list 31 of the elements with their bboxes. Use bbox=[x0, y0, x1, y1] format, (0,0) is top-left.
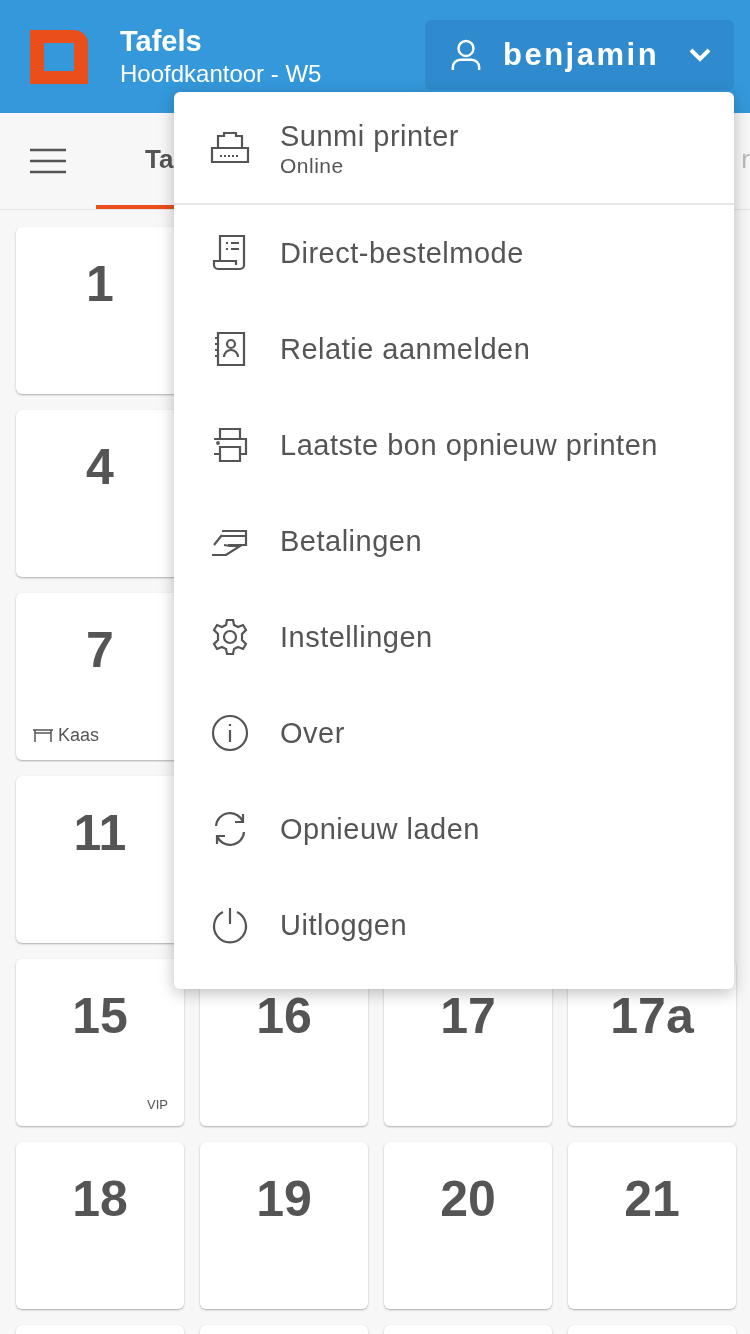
settings-icon bbox=[210, 617, 250, 657]
table-number: 21 bbox=[624, 1170, 680, 1228]
menu-icon[interactable] bbox=[30, 148, 66, 174]
table-card[interactable]: 15 VIP bbox=[16, 959, 184, 1126]
table-number: 15 bbox=[72, 987, 128, 1045]
table-number: 4 bbox=[86, 438, 114, 496]
table-tag: VIP bbox=[147, 1097, 168, 1112]
table-card[interactable]: 21 bbox=[568, 1142, 736, 1309]
table-number: 19 bbox=[256, 1170, 312, 1228]
table-number: 17 bbox=[440, 987, 496, 1045]
chevron-down-icon bbox=[688, 47, 712, 63]
location-label: Hoofdkantoor - W5 bbox=[120, 60, 323, 88]
table-number: 7 bbox=[86, 621, 114, 679]
table-number: 18 bbox=[72, 1170, 128, 1228]
info-icon bbox=[210, 713, 250, 753]
table-card[interactable]: 20 bbox=[384, 1142, 552, 1309]
table-card[interactable]: 18 bbox=[16, 1142, 184, 1309]
page-title: Tafels bbox=[120, 25, 203, 58]
printer-status: Online bbox=[280, 153, 345, 178]
user-menu-button[interactable]: benjamin bbox=[425, 20, 734, 90]
table-number: 16 bbox=[256, 987, 312, 1045]
table-card[interactable]: 19 bbox=[200, 1142, 368, 1309]
table-number: 11 bbox=[73, 804, 127, 862]
table-number: 20 bbox=[440, 1170, 496, 1228]
user-icon bbox=[451, 38, 481, 72]
power-icon bbox=[210, 905, 250, 945]
table-number: 17a bbox=[610, 987, 694, 1045]
logo-icon bbox=[30, 29, 88, 84]
table-icon bbox=[32, 728, 54, 743]
table-number: 1 bbox=[86, 255, 114, 313]
reservation-name: Kaas bbox=[58, 725, 100, 746]
